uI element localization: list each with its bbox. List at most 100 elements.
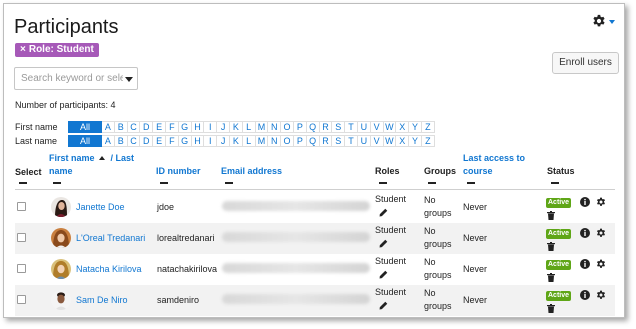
user-name-link[interactable]: Natacha Kirilova [76,264,142,274]
last-initial-k[interactable]: K [229,135,243,147]
trash-icon[interactable] [547,242,555,251]
last-initial-r[interactable]: R [319,135,333,147]
first-initial-m[interactable]: M [255,121,269,133]
email-sort-link[interactable]: Email address [221,166,282,177]
first-initial-h[interactable]: H [191,121,205,133]
last-initial-b[interactable]: B [114,135,128,147]
last-initial-t[interactable]: T [345,135,358,147]
pencil-icon[interactable] [379,270,388,279]
row-select-checkbox[interactable] [17,295,26,304]
first-initial-i[interactable]: I [204,121,218,133]
avatar[interactable] [51,290,71,310]
user-name-link[interactable]: L'Oreal Tredanari [76,233,145,243]
last-access-header-cont[interactable]: course [463,166,493,177]
last-initial-u[interactable]: U [357,135,371,147]
last-initial-j[interactable]: J [217,135,230,147]
first-initial-a[interactable]: A [102,121,115,133]
last-name-sort-link[interactable]: / Last [111,153,135,163]
pencil-icon[interactable] [379,239,388,248]
row-select-checkbox[interactable] [17,264,26,273]
first-initial-s[interactable]: S [332,121,346,133]
last-initial-e[interactable]: E [153,135,166,147]
first-name-sort-link[interactable]: First name / Last [49,153,134,164]
last-initial-f[interactable]: F [165,135,179,147]
dropdown-arrow-icon[interactable] [125,77,133,82]
last-initial-all[interactable]: All [68,135,102,147]
last-initial-g[interactable]: G [178,135,192,147]
id-number-column-collapse[interactable] [160,182,168,184]
last-initial-y[interactable]: Y [409,135,422,147]
last-initial-o[interactable]: O [281,135,294,147]
last-initial-m[interactable]: M [255,135,269,147]
first-initial-l[interactable]: L [242,121,256,133]
first-initial-w[interactable]: W [383,121,397,133]
last-initial-h[interactable]: H [191,135,205,147]
groups-column-collapse[interactable] [428,182,436,184]
info-icon[interactable] [580,290,590,300]
avatar[interactable] [51,228,71,248]
first-initial-z[interactable]: Z [421,121,435,133]
search-select[interactable] [14,67,138,90]
last-initial-l[interactable]: L [242,135,256,147]
status-column-collapse[interactable] [551,182,559,184]
first-initial-q[interactable]: Q [306,121,320,133]
first-initial-c[interactable]: C [127,121,141,133]
last-initial-p[interactable]: P [293,135,307,147]
info-icon[interactable] [580,197,590,207]
name-column-collapse[interactable] [53,182,61,184]
last-initial-q[interactable]: Q [306,135,320,147]
trash-icon[interactable] [547,273,555,282]
id-number-sort-link[interactable]: ID number [156,166,201,177]
trash-icon[interactable] [547,211,555,220]
first-initial-d[interactable]: D [140,121,154,133]
last-initial-d[interactable]: D [140,135,154,147]
last-initial-a[interactable]: A [102,135,115,147]
last-initial-n[interactable]: N [268,135,282,147]
user-name-link[interactable]: Sam De Niro [76,295,128,305]
first-initial-k[interactable]: K [229,121,243,133]
last-initial-z[interactable]: Z [421,135,435,147]
first-initial-x[interactable]: X [396,121,410,133]
last-initial-x[interactable]: X [396,135,410,147]
pencil-icon[interactable] [379,208,388,217]
email-column-collapse[interactable] [225,182,233,184]
first-initial-y[interactable]: Y [409,121,422,133]
last-initial-v[interactable]: V [370,135,384,147]
first-initial-g[interactable]: G [178,121,192,133]
last-access-sort-link[interactable]: Last access to [463,153,525,164]
first-initial-r[interactable]: R [319,121,333,133]
first-initial-all[interactable]: All [68,121,102,133]
select-column-collapse[interactable] [19,182,27,184]
first-initial-j[interactable]: J [217,121,230,133]
last-initial-c[interactable]: C [127,135,141,147]
last-initial-s[interactable]: S [332,135,346,147]
row-select-checkbox[interactable] [17,233,26,242]
roles-column-collapse[interactable] [379,182,387,184]
first-initial-n[interactable]: N [268,121,282,133]
row-select-checkbox[interactable] [17,202,26,211]
enroll-users-button[interactable]: Enroll users [552,52,619,74]
first-initial-b[interactable]: B [114,121,128,133]
cog-icon[interactable] [596,197,606,207]
cog-icon[interactable] [596,228,606,238]
first-initial-p[interactable]: P [293,121,307,133]
search-input[interactable] [15,68,123,89]
first-initial-f[interactable]: F [165,121,179,133]
cog-icon[interactable] [596,290,606,300]
avatar[interactable] [51,197,71,217]
last-access-column-collapse[interactable] [467,182,475,184]
first-initial-e[interactable]: E [153,121,166,133]
trash-icon[interactable] [547,304,555,313]
first-initial-t[interactable]: T [345,121,358,133]
first-initial-o[interactable]: O [281,121,294,133]
cog-icon[interactable] [596,259,606,269]
remove-filter-icon[interactable]: × [20,44,26,55]
last-name-header-cont[interactable]: name [49,166,73,177]
last-initial-i[interactable]: I [204,135,218,147]
last-initial-w[interactable]: W [383,135,397,147]
pencil-icon[interactable] [379,301,388,310]
user-name-link[interactable]: Janette Doe [76,202,125,212]
page-actions-menu[interactable] [592,14,615,28]
info-icon[interactable] [580,259,590,269]
first-initial-v[interactable]: V [370,121,384,133]
